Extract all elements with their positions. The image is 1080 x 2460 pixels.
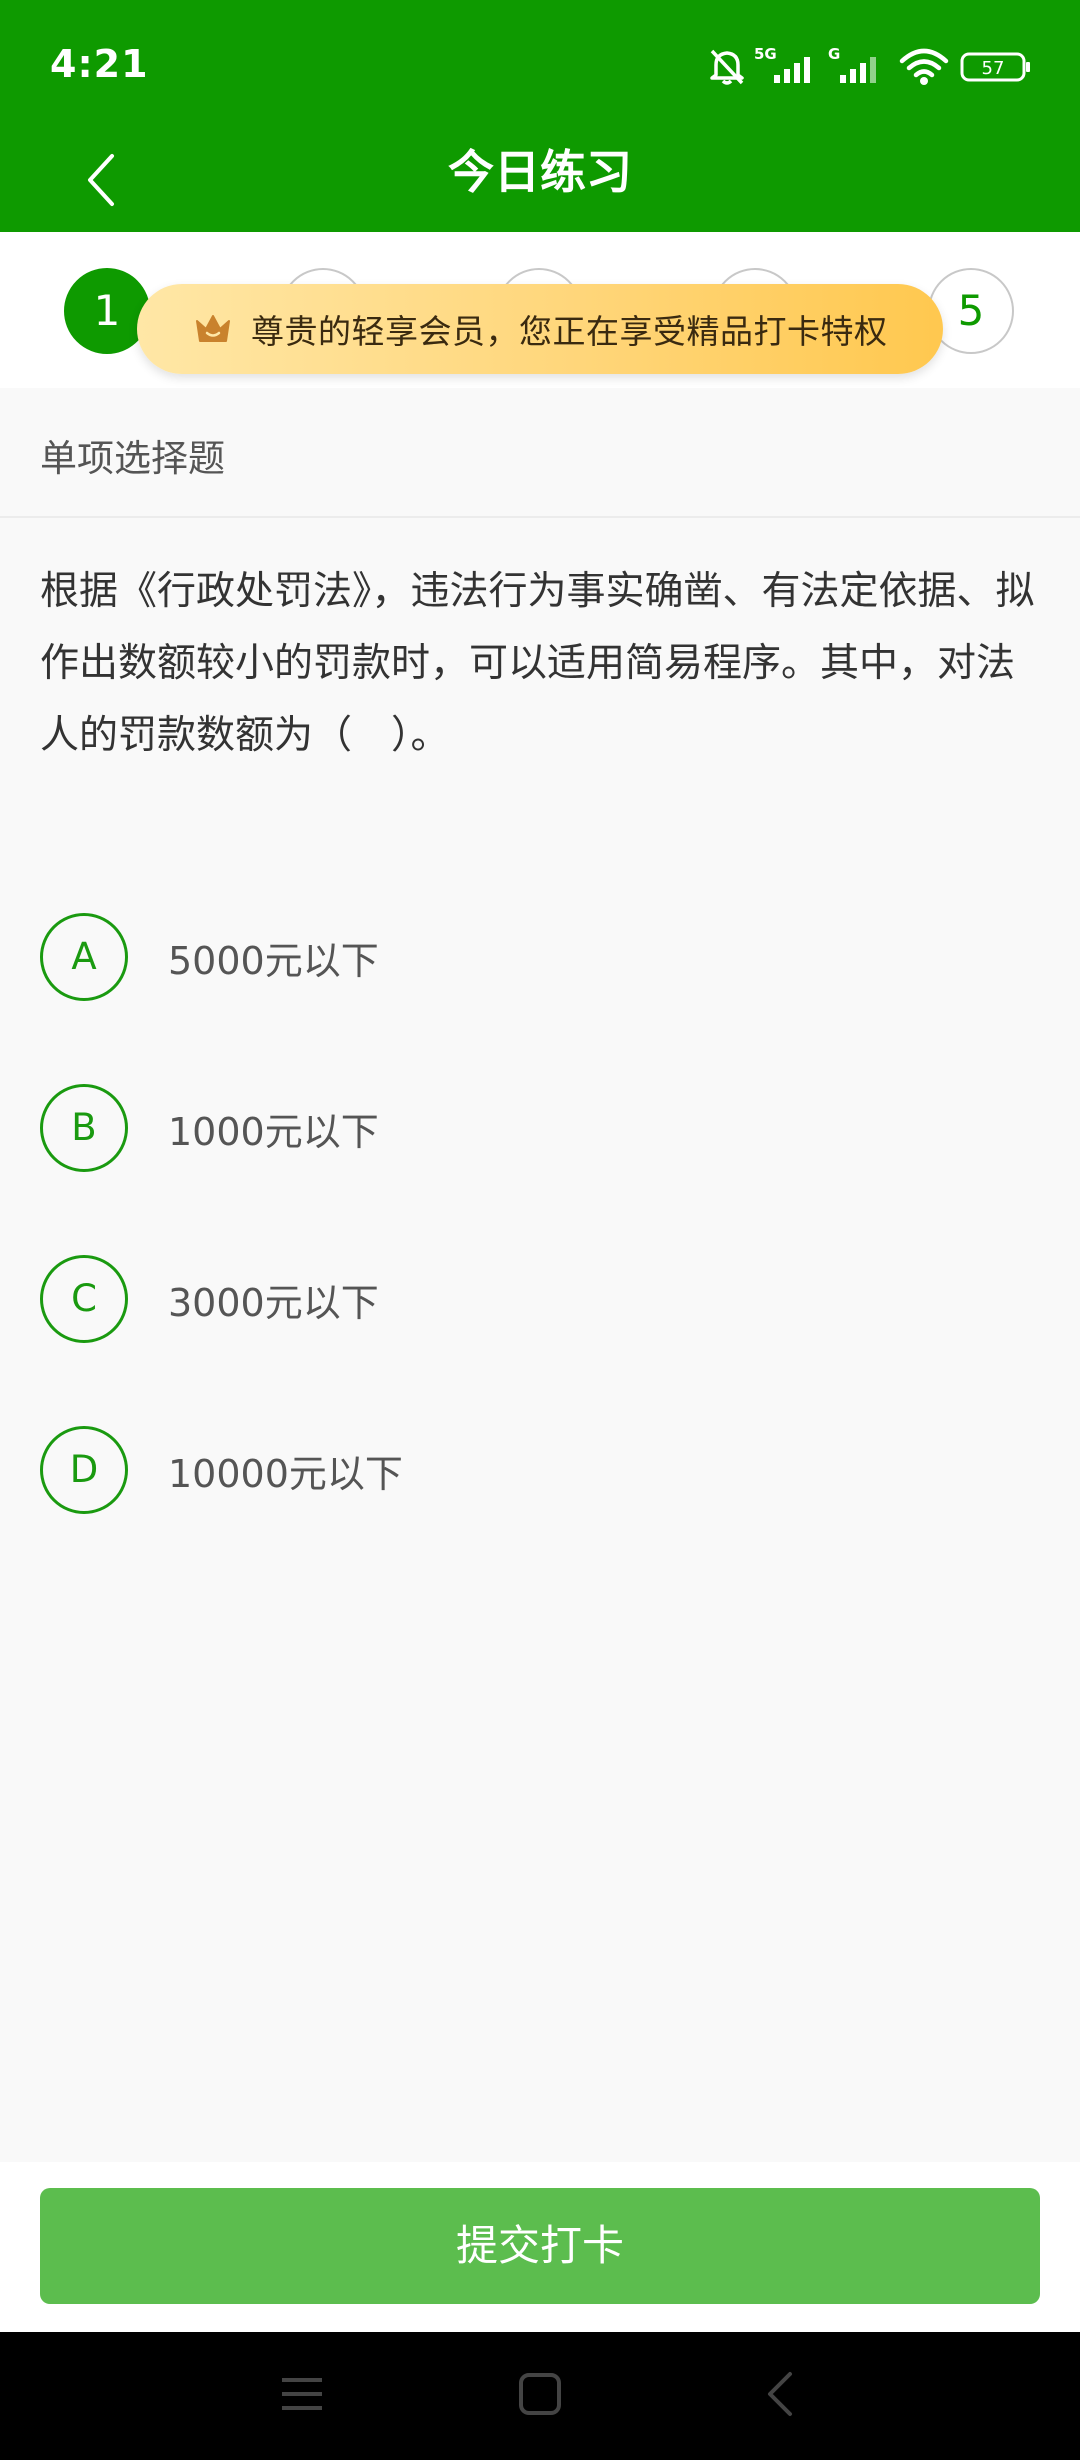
svg-text:57: 57: [982, 58, 1005, 79]
question-type: 单项选择题: [40, 437, 225, 480]
page-title: 今日练习: [448, 145, 632, 199]
wifi-icon: [899, 48, 949, 85]
option-d-key: D: [40, 1426, 128, 1514]
option-b[interactable]: B 1000元以下: [40, 1084, 1040, 1172]
menu-icon[interactable]: [280, 2362, 324, 2426]
option-a[interactable]: A 5000元以下: [40, 913, 1040, 1001]
question-text: 根据《行政处罚法》，违法行为事实确凿、有法定依据、拟作出数额较小的罚款时，可以适…: [40, 569, 1035, 758]
step-1[interactable]: 1: [64, 268, 150, 354]
option-c[interactable]: C 3000元以下: [40, 1255, 1040, 1343]
home-icon[interactable]: [516, 2362, 564, 2426]
battery-icon: 57: [960, 52, 1030, 82]
nav-bar: 今日练习: [0, 130, 1080, 232]
svg-text:G: G: [828, 45, 840, 63]
option-d[interactable]: D 10000元以下: [40, 1426, 1040, 1514]
question-type-bar: 单项选择题: [0, 388, 1080, 518]
system-nav-bar: [0, 2332, 1080, 2460]
signal-5g-icon: 5G: [754, 45, 810, 83]
question-progress: 1 2 3 4 5 尊贵的轻享会员，您正在享受精品打卡特权: [0, 232, 1080, 388]
signal-g-icon: G: [828, 45, 876, 83]
option-c-text: 3000元以下: [168, 1280, 379, 1325]
status-icons: 5G G 57: [706, 44, 1032, 88]
back-nav-icon[interactable]: [760, 2362, 800, 2426]
option-a-text: 5000元以下: [168, 938, 379, 983]
option-b-text: 1000元以下: [168, 1109, 379, 1154]
status-time: 4:21: [50, 42, 149, 86]
option-d-text: 10000元以下: [168, 1451, 403, 1496]
vip-banner: 尊贵的轻享会员，您正在享受精品打卡特权: [137, 284, 943, 374]
status-bar: 4:21 5G G 57: [0, 0, 1080, 130]
option-c-key: C: [40, 1255, 128, 1343]
footer: 提交打卡: [0, 2162, 1080, 2332]
option-b-key: B: [40, 1084, 128, 1172]
submit-button[interactable]: 提交打卡: [40, 2188, 1040, 2304]
mute-bell-icon: [710, 49, 744, 85]
crown-icon: [196, 315, 230, 342]
vip-banner-text: 尊贵的轻享会员，您正在享受精品打卡特权: [251, 312, 888, 351]
svg-text:5G: 5G: [754, 45, 777, 63]
option-a-key: A: [40, 913, 128, 1001]
